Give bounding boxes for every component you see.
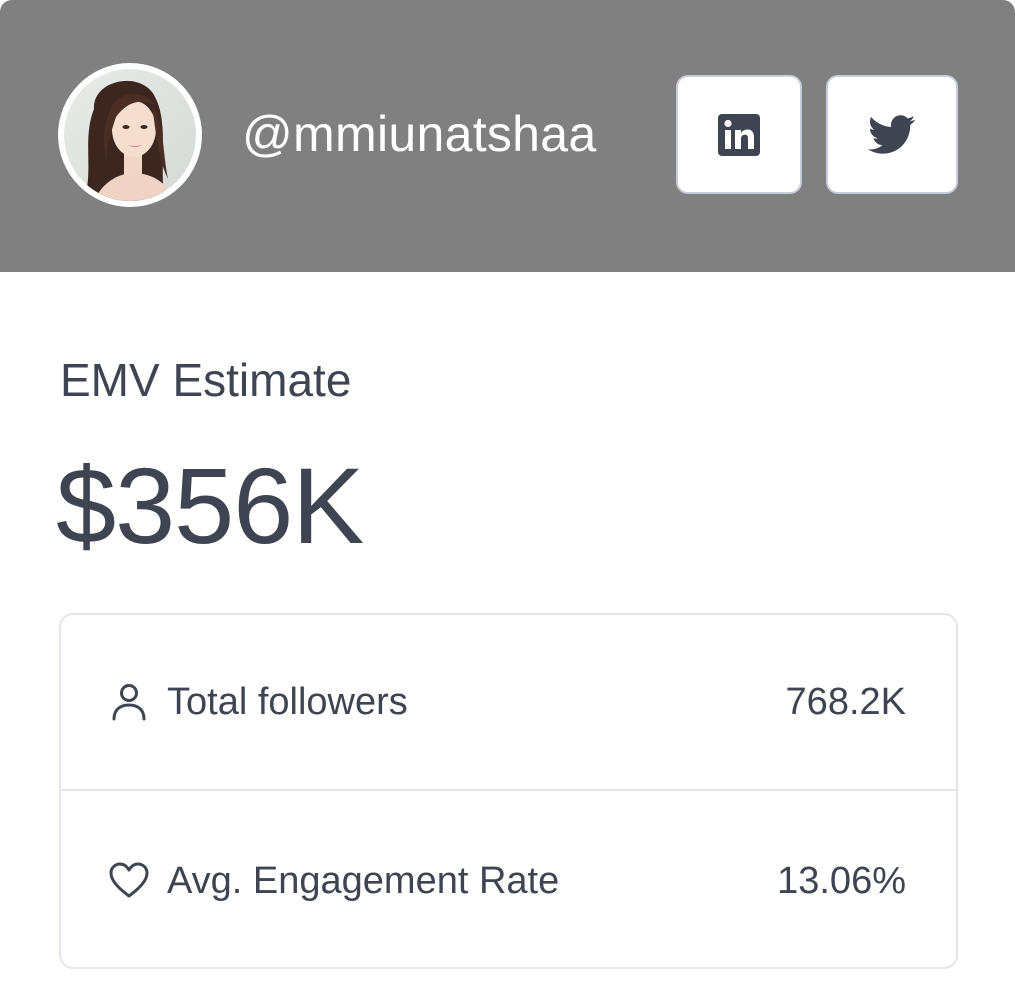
twitter-icon: [868, 114, 916, 154]
stat-value: 768.2K: [785, 681, 906, 723]
twitter-button[interactable]: [826, 75, 958, 194]
linkedin-button[interactable]: [676, 75, 802, 194]
username-handle: @mmiunatshaa: [242, 106, 597, 162]
stat-row-total-followers: Total followers 768.2K: [61, 615, 956, 791]
stat-label: Total followers: [167, 681, 408, 723]
stats-card: Total followers 768.2K Avg. Engagement R…: [59, 613, 958, 969]
profile-photo: [64, 69, 196, 201]
emv-label: EMV Estimate: [60, 354, 352, 406]
stat-row-engagement-rate: Avg. Engagement Rate 13.06%: [61, 793, 956, 969]
heart-icon: [107, 859, 151, 903]
stat-label: Avg. Engagement Rate: [167, 860, 560, 902]
profile-header: @mmiunatshaa: [0, 0, 1015, 272]
linkedin-icon: [718, 113, 760, 156]
emv-value: $356K: [56, 445, 364, 566]
user-icon: [107, 680, 151, 724]
avatar[interactable]: [58, 63, 202, 207]
stat-value: 13.06%: [777, 860, 906, 902]
